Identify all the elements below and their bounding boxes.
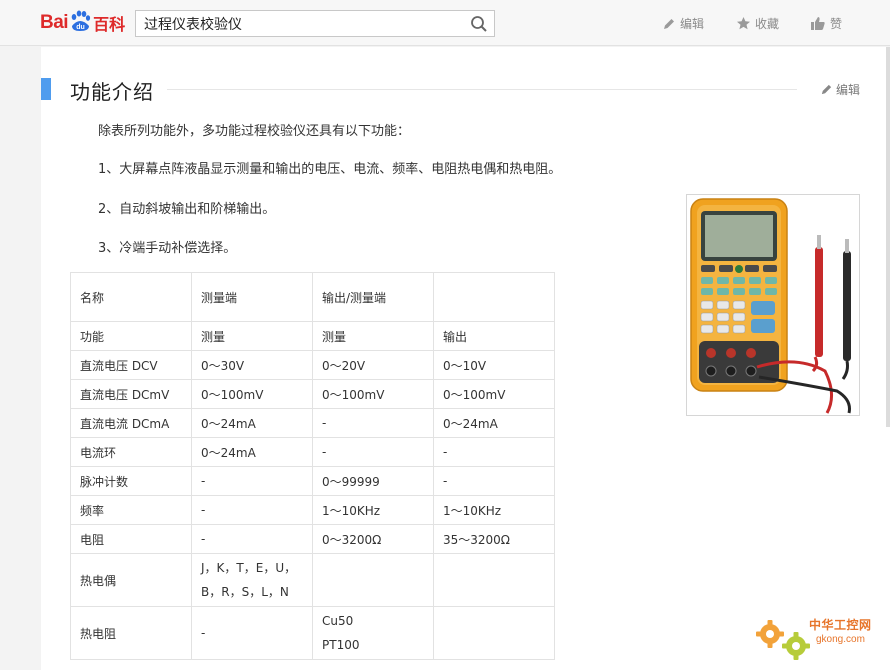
table-cell: 0～24mA bbox=[191, 437, 313, 467]
table-cell: J，K，T，E，U， B，R，S，L，N bbox=[191, 553, 313, 607]
table-cell: 电流环 bbox=[70, 437, 192, 467]
intro-paragraph: 除表所列功能外，多功能过程校验仪还具有以下功能： bbox=[98, 124, 411, 139]
section-edit-button[interactable]: 编辑 bbox=[820, 81, 860, 98]
like-label: 赞 bbox=[830, 17, 843, 31]
table-cell: 0～3200Ω bbox=[312, 524, 434, 554]
table-cell: 0～100mV bbox=[191, 379, 313, 409]
table-cell: 直流电压 DCmV bbox=[70, 379, 192, 409]
watermark-title: 中华工控网 bbox=[809, 618, 872, 632]
table-cell: 测量 bbox=[312, 321, 434, 351]
table-cell: 直流电流 DCmA bbox=[70, 408, 192, 438]
table-cell: 测量端 bbox=[191, 272, 313, 322]
star-icon bbox=[737, 17, 750, 30]
feature-item: 1、大屏幕点阵液晶显示测量和输出的电压、电流、频率、电阻热电偶和热电阻。 bbox=[98, 162, 562, 177]
table-cell: 1～10KHz bbox=[433, 495, 555, 525]
section-edit-label: 编辑 bbox=[836, 83, 861, 97]
table-cell: - bbox=[191, 524, 313, 554]
table-cell: 0～30V bbox=[191, 350, 313, 380]
table-cell: 1～10KHz bbox=[312, 495, 434, 525]
table-cell: 0～10V bbox=[433, 350, 555, 380]
table-cell: 0～24mA bbox=[191, 408, 313, 438]
search-icon[interactable] bbox=[470, 15, 488, 33]
section-title: 功能介绍 bbox=[70, 80, 154, 104]
thumbs-up-icon bbox=[811, 17, 825, 30]
table-cell: 热电阻 bbox=[70, 606, 192, 660]
table-cell: 电阻 bbox=[70, 524, 192, 554]
cell-line: PT100 bbox=[322, 638, 360, 652]
baidu-baike-logo[interactable]: Bai du 百科 bbox=[40, 10, 125, 36]
cell-line: B，R，S，L，N bbox=[201, 585, 289, 599]
table-row: 热电偶 J，K，T，E，U， B，R，S，L，N bbox=[70, 553, 555, 607]
table-cell: 输出 bbox=[433, 321, 555, 351]
table-cell: - bbox=[312, 437, 434, 467]
edit-button[interactable]: 编辑 bbox=[662, 15, 704, 32]
cell-line: J，K，T，E，U， bbox=[201, 561, 297, 575]
table-subheader-row: 功能 测量 测量 输出 bbox=[70, 321, 555, 351]
logo-bai-text: Bai bbox=[40, 12, 69, 33]
gear-icon bbox=[756, 620, 810, 660]
content-area: 功能介绍 编辑 除表所列功能外，多功能过程校验仪还具有以下功能： 1、大屏幕点阵… bbox=[41, 47, 890, 670]
table-cell: 0～100mV bbox=[433, 379, 555, 409]
table-cell bbox=[433, 553, 555, 607]
table-cell: 功能 bbox=[70, 321, 192, 351]
table-cell: - bbox=[191, 495, 313, 525]
table-cell bbox=[312, 553, 434, 607]
table-cell: 热电偶 bbox=[70, 553, 192, 607]
calibrator-illustration bbox=[690, 198, 851, 414]
favorite-label: 收藏 bbox=[755, 17, 780, 31]
logo-baike-text: 百科 bbox=[93, 15, 126, 34]
table-row: 脉冲计数 - 0～99999 - bbox=[70, 466, 555, 496]
spec-table: 名称 测量端 输出/测量端 功能 测量 测量 输出 直流电压 DCV 0～30V… bbox=[70, 272, 555, 660]
table-cell: - bbox=[433, 437, 555, 467]
table-cell bbox=[433, 606, 555, 660]
table-cell: 0～24mA bbox=[433, 408, 555, 438]
table-row: 直流电压 DCV 0～30V 0～20V 0～10V bbox=[70, 350, 555, 380]
table-row: 直流电流 DCmA 0～24mA - 0～24mA bbox=[70, 408, 555, 438]
section-accent-bar bbox=[41, 78, 51, 100]
section-divider bbox=[167, 89, 797, 90]
table-cell: 测量 bbox=[191, 321, 313, 351]
paw-icon: du bbox=[71, 10, 91, 31]
search-box[interactable] bbox=[135, 10, 495, 37]
table-cell: 脉冲计数 bbox=[70, 466, 192, 496]
table-cell: 输出/测量端 bbox=[312, 272, 434, 322]
table-cell: 直流电压 DCV bbox=[70, 350, 192, 380]
search-input[interactable] bbox=[136, 11, 456, 36]
watermark-url: gkong.com bbox=[816, 634, 865, 645]
pencil-icon bbox=[821, 84, 832, 95]
logo-du-text: du bbox=[76, 24, 85, 31]
cell-line: Cu50 bbox=[322, 614, 354, 628]
table-cell bbox=[433, 272, 555, 322]
table-cell: Cu50 PT100 bbox=[312, 606, 434, 660]
table-cell: 35～3200Ω bbox=[433, 524, 555, 554]
table-cell: - bbox=[191, 466, 313, 496]
scrollbar[interactable] bbox=[886, 47, 890, 427]
table-cell: 频率 bbox=[70, 495, 192, 525]
table-row: 电阻 - 0～3200Ω 35～3200Ω bbox=[70, 524, 555, 554]
table-row: 热电阻 - Cu50 PT100 bbox=[70, 606, 555, 660]
table-cell: - bbox=[191, 606, 313, 660]
table-row: 电流环 0～24mA - - bbox=[70, 437, 555, 467]
top-bar: Bai du 百科 编辑 收藏 赞 bbox=[0, 0, 890, 46]
table-cell: 0～100mV bbox=[312, 379, 434, 409]
table-cell: 名称 bbox=[70, 272, 192, 322]
table-cell: 0～99999 bbox=[312, 466, 434, 496]
table-cell: - bbox=[312, 408, 434, 438]
table-cell: - bbox=[433, 466, 555, 496]
product-image[interactable] bbox=[686, 194, 860, 416]
gkong-watermark: 中华工控网 gkong.com bbox=[752, 606, 890, 668]
like-button[interactable]: 赞 bbox=[810, 15, 842, 32]
feature-item: 3、冷端手动补偿选择。 bbox=[98, 241, 237, 256]
table-cell: 0～20V bbox=[312, 350, 434, 380]
table-header-row: 名称 测量端 输出/测量端 bbox=[70, 272, 555, 322]
feature-item: 2、自动斜坡输出和阶梯输出。 bbox=[98, 202, 276, 217]
table-row: 直流电压 DCmV 0～100mV 0～100mV 0～100mV bbox=[70, 379, 555, 409]
table-row: 频率 - 1～10KHz 1～10KHz bbox=[70, 495, 555, 525]
edit-label: 编辑 bbox=[680, 17, 705, 31]
favorite-button[interactable]: 收藏 bbox=[736, 15, 779, 32]
pencil-icon bbox=[664, 18, 674, 29]
